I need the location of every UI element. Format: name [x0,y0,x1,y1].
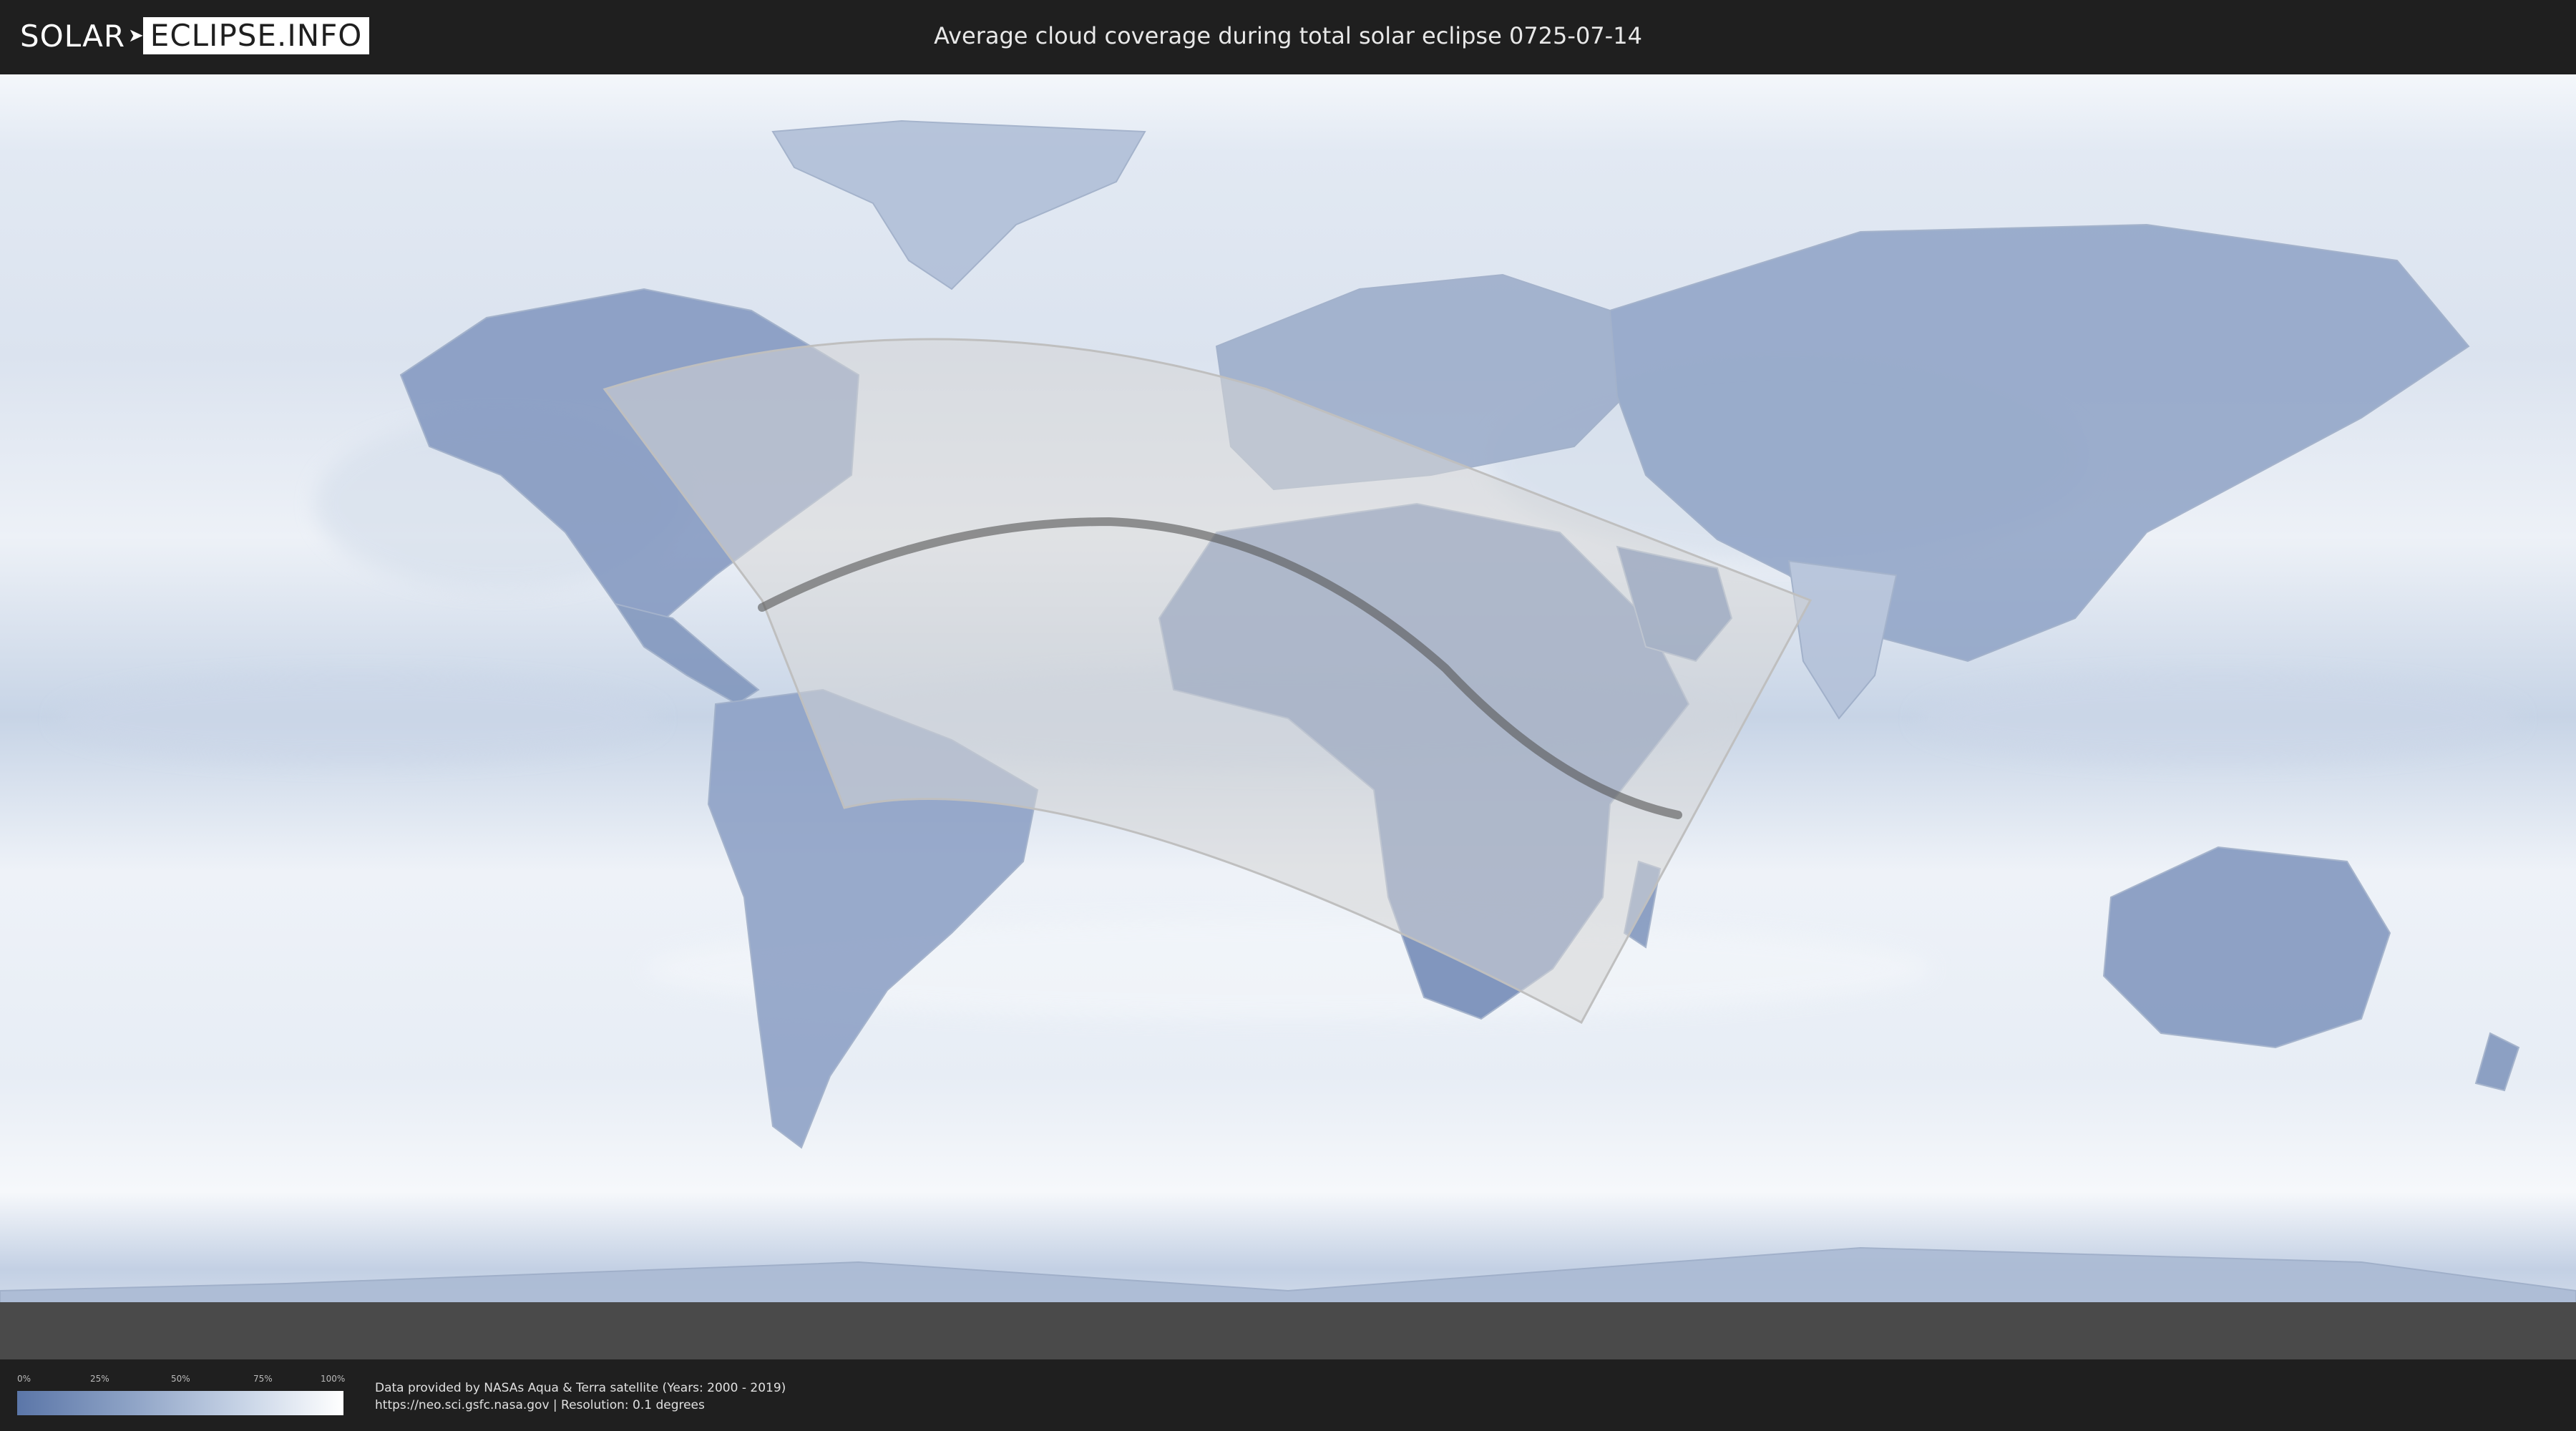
legend-ticks: 0% 25% 50% 75% 100% [17,1374,346,1388]
header-bar: SOLAR ➤ ECLIPSE.INFO Average cloud cover… [0,0,2576,72]
map-bottom-strip [0,1302,2576,1359]
legend-tick-75: 75% [253,1374,273,1384]
credits-source-line: Data provided by NASAs Aqua & Terra sate… [375,1381,786,1395]
legend-tick-0: 0% [17,1374,31,1384]
legend-color-gradient [17,1391,343,1415]
world-map-svg [0,74,2576,1360]
legend-tick-100: 100% [321,1374,346,1384]
footer-bar: 0% 25% 50% 75% 100% Data provided by NAS… [0,1359,2576,1431]
credits-url-line[interactable]: https://neo.sci.gsfc.nasa.gov | Resoluti… [375,1397,786,1414]
data-credits: Data provided by NASAs Aqua & Terra sate… [375,1379,786,1414]
cloud-coverage-map [0,74,2576,1360]
cloud-coverage-legend: 0% 25% 50% 75% 100% [17,1374,346,1415]
page-title: Average cloud coverage during total sola… [934,22,1642,49]
legend-tick-50: 50% [171,1374,190,1384]
legend-tick-25: 25% [90,1374,109,1384]
